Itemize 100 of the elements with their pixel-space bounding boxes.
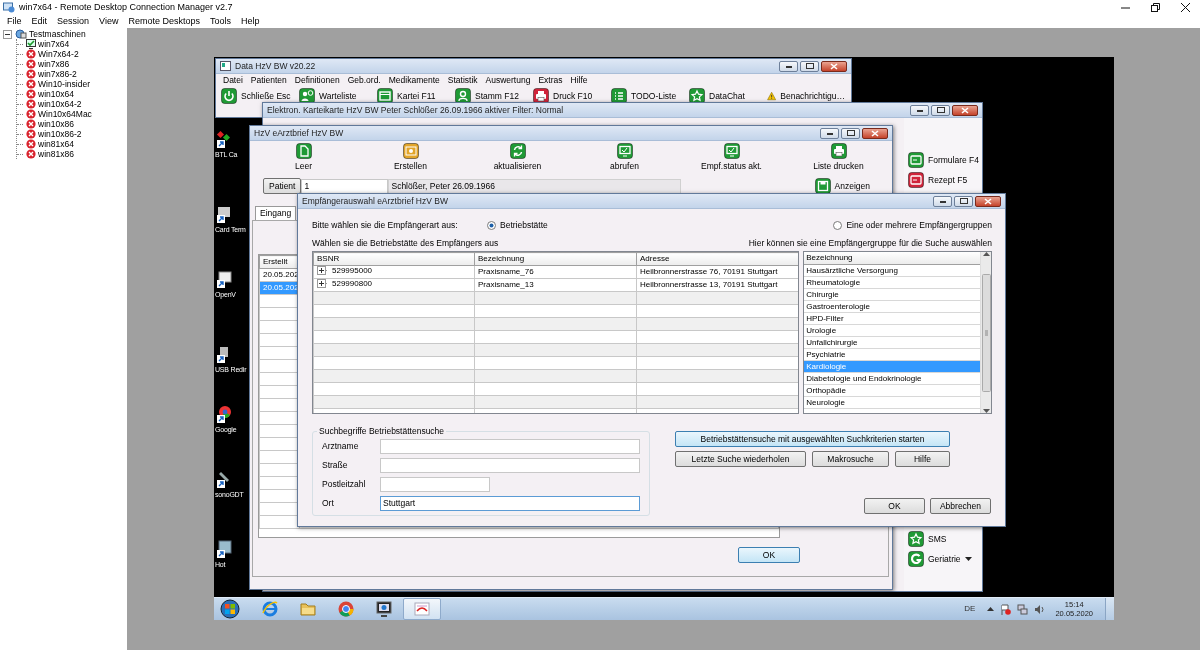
menu-item[interactable]: Extras	[534, 76, 567, 85]
minimize-button[interactable]	[933, 195, 952, 207]
menu-item[interactable]: Geb.ord.	[343, 76, 385, 85]
tree-item[interactable]: win7x64	[25, 39, 71, 49]
tab[interactable]: Eingang	[255, 206, 297, 220]
tree-item[interactable]: win7x86	[25, 59, 71, 69]
list-item[interactable]: Rheumatologie	[804, 277, 980, 289]
menu-item[interactable]: Statistik	[443, 76, 482, 85]
scroll-up-icon	[982, 252, 990, 256]
caption-text: Hier können sie eine Empfängergruppe für die Suche auswählen	[748, 237, 992, 249]
close-icon	[830, 62, 838, 70]
toolbar-button[interactable]: Empf.status akt.	[678, 141, 785, 173]
toolbar-button[interactable]: Leer	[250, 141, 357, 173]
ok-button[interactable]: OK	[738, 547, 800, 563]
menu-item[interactable]: Edit	[26, 14, 53, 28]
list-item[interactable]: Psychiatrie	[804, 349, 980, 361]
minimize-button[interactable]	[820, 127, 839, 139]
minimize-button[interactable]	[779, 60, 798, 72]
maximize-button[interactable]	[800, 60, 819, 72]
radio-icon	[833, 220, 843, 230]
side-button[interactable]: Geriatrie	[908, 551, 982, 567]
tree-item[interactable]: win81x64	[25, 139, 75, 149]
field-label: Postleitzahl	[322, 478, 367, 490]
language-indicator[interactable]: DE	[964, 604, 976, 614]
list-item[interactable]: Neurologie	[804, 397, 980, 409]
maximize-icon	[805, 63, 814, 69]
list-item[interactable]: Gastroenterologie	[804, 301, 980, 313]
toolbar-button[interactable]: abrufen	[571, 141, 678, 173]
tree-item[interactable]: win7x86-2	[25, 69, 78, 79]
toolbar-button[interactable]: aktualisieren	[464, 141, 571, 173]
column-header: Adresse	[636, 252, 799, 266]
list-item[interactable]: Urologie	[804, 325, 980, 337]
dialog-button[interactable]: Hilfe	[895, 451, 950, 467]
menu-item[interactable]: Help	[235, 14, 265, 28]
list-item[interactable]: Hausärztliche Versorgung	[804, 265, 980, 277]
toolbar-button[interactable]: Erstellen	[357, 141, 464, 173]
table-cell: 529995000	[332, 266, 373, 276]
maximize-button[interactable]	[954, 195, 973, 207]
maximize-icon	[936, 107, 945, 113]
menu-item[interactable]: Auswertung	[481, 76, 535, 85]
side-button[interactable]: SMS	[908, 531, 982, 547]
close-button[interactable]	[821, 60, 847, 72]
list-item[interactable]: Chirurgie	[804, 289, 980, 301]
tree-item[interactable]: Testmaschinen	[14, 29, 87, 39]
patient-id-field[interactable]: 1	[301, 178, 389, 194]
close-button[interactable]	[952, 104, 978, 116]
tree-item[interactable]: win10x86-2	[25, 129, 83, 139]
side-button[interactable]: Formulare F4	[908, 152, 982, 168]
ok-button[interactable]: OK	[864, 498, 925, 514]
list-item[interactable]: HPD-Filter	[804, 313, 980, 325]
menu-item[interactable]: Tools	[204, 14, 236, 28]
patient-name-field: Schlößer, Peter 26.09.1966	[388, 178, 682, 194]
toolbar-button[interactable]: Benachrichtigu…	[767, 88, 845, 104]
menu-item[interactable]: Patienten	[246, 76, 291, 85]
tree-item[interactable]: Win10x64Mac	[25, 109, 93, 119]
maximize-button[interactable]	[931, 104, 950, 116]
scroll-down-icon	[982, 409, 990, 413]
flag-icon	[1000, 603, 1012, 615]
field-label: Straße	[322, 459, 349, 471]
menu-item[interactable]: Session	[52, 14, 95, 28]
list-item[interactable]: Orthopädie	[804, 385, 980, 397]
table-cell: 529990800	[332, 279, 373, 289]
dialog-button[interactable]: Letzte Suche wiederholen	[675, 451, 806, 467]
menu-item[interactable]: Remote Desktops	[123, 14, 205, 28]
tree-item[interactable]: win10x86	[25, 119, 75, 129]
tree-item[interactable]: Win7x64-2	[25, 49, 80, 59]
input-field[interactable]	[380, 457, 640, 473]
side-button[interactable]: Rezept F5	[908, 172, 982, 188]
menu-item[interactable]: Hilfe	[566, 76, 592, 85]
toolbar-button[interactable]: Liste drucken	[785, 141, 892, 173]
input-field[interactable]: Stuttgart	[380, 495, 640, 511]
input-field[interactable]	[380, 438, 640, 454]
cancel-button[interactable]: Abbrechen	[930, 498, 991, 514]
tree-item[interactable]: Win10-insider	[25, 79, 91, 89]
menu-item[interactable]: Medikamente	[384, 76, 444, 85]
menu-item[interactable]: File	[2, 14, 27, 28]
tree-item[interactable]: win81x86	[25, 149, 75, 159]
close-button[interactable]	[975, 195, 1001, 207]
input-field[interactable]	[380, 476, 490, 492]
menu-item[interactable]: View	[94, 14, 124, 28]
radio-button[interactable]: Eine oder mehrere Empfängergruppen	[833, 220, 992, 230]
dialog-button[interactable]: Makrosuche	[812, 451, 889, 467]
list-item[interactable]: Diabetologie und Endokrinologie	[804, 373, 980, 385]
radio-button[interactable]: Betriebstätte	[487, 220, 548, 230]
menu-item[interactable]: Datei	[219, 76, 247, 85]
tree-item[interactable]: win10x64-2	[25, 99, 83, 109]
close-button[interactable]	[862, 127, 888, 139]
shortcut-icon	[215, 205, 233, 223]
menu-item[interactable]: Definitionen	[290, 76, 344, 85]
minimize-button[interactable]	[910, 104, 929, 116]
window-title: Data HzV BW v20.22	[235, 60, 317, 72]
tree-item[interactable]: win10x64	[25, 89, 75, 99]
document-icon	[295, 143, 312, 159]
card-icon	[908, 172, 924, 188]
patient-button[interactable]: Patient	[263, 178, 302, 194]
monitor-icon	[616, 143, 633, 159]
scrollbar[interactable]	[980, 252, 991, 413]
maximize-button[interactable]	[841, 127, 860, 139]
list-item[interactable]: Unfallchirurgie	[804, 337, 980, 349]
search-button[interactable]: Betriebstättensuche mit ausgewählten Suchkriterien starten	[675, 431, 950, 447]
